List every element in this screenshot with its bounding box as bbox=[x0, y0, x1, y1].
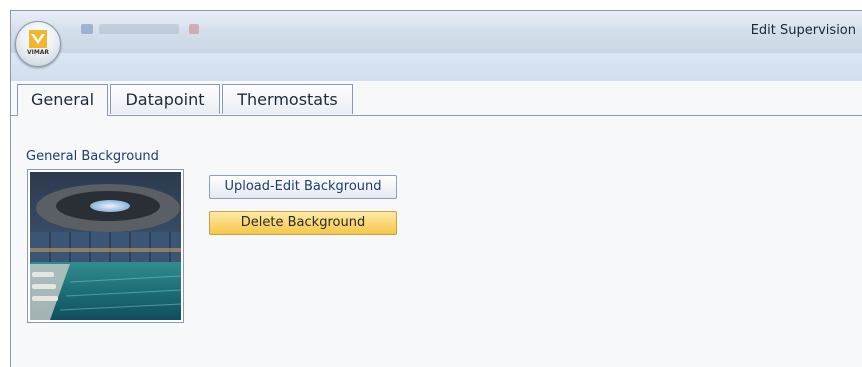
tab-thermostats[interactable]: Thermostats bbox=[222, 84, 353, 114]
app-logo-text: VIMAR bbox=[26, 49, 50, 56]
general-background-label: General Background bbox=[26, 149, 159, 164]
window-title: Edit Supervision bbox=[750, 23, 856, 38]
tab-general[interactable]: General bbox=[17, 84, 108, 116]
background-image bbox=[30, 172, 181, 320]
tab-datapoint[interactable]: Datapoint bbox=[110, 84, 220, 114]
background-thumbnail bbox=[27, 169, 184, 323]
delete-background-button[interactable]: Delete Background bbox=[209, 211, 397, 235]
quick-access-toolbar[interactable] bbox=[77, 21, 227, 37]
ribbon-band bbox=[11, 53, 862, 81]
upload-edit-background-button[interactable]: Upload-Edit Background bbox=[209, 175, 397, 199]
edit-supervision-window: Edit Supervision VIMAR General Datapoint… bbox=[10, 10, 862, 367]
vimar-logo-icon bbox=[29, 30, 47, 48]
title-bar: Edit Supervision bbox=[11, 11, 862, 54]
app-menu-button[interactable]: VIMAR bbox=[15, 21, 61, 67]
general-tab-panel: General Background Upload-Edit Backgroun… bbox=[11, 116, 862, 367]
